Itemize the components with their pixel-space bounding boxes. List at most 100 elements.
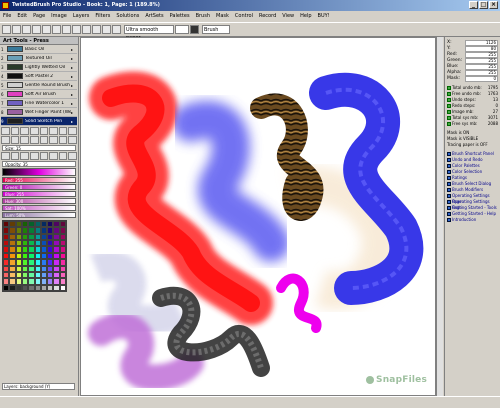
size-slider[interactable]: Size: 15 bbox=[2, 145, 76, 151]
tool-icon[interactable] bbox=[29, 127, 39, 135]
new-page-icon[interactable] bbox=[2, 25, 11, 34]
mask-icon[interactable] bbox=[82, 25, 91, 34]
tool-icon[interactable] bbox=[1, 152, 10, 160]
tool-icon[interactable] bbox=[58, 152, 68, 160]
magenta-stroke bbox=[276, 273, 322, 333]
brush-swatch bbox=[7, 73, 23, 79]
color-slider[interactable]: Blue: 255 bbox=[2, 191, 76, 197]
brush-row[interactable]: 3 Lightly Wetted Oil ▸ bbox=[1, 63, 77, 72]
painting-canvas[interactable]: SnapFiles bbox=[80, 37, 436, 396]
menu-brush[interactable]: Brush bbox=[196, 13, 210, 19]
arrow-right-icon[interactable]: ▸ bbox=[71, 110, 77, 115]
menu-artsets[interactable]: ArtSets bbox=[145, 13, 163, 19]
redo-icon[interactable] bbox=[22, 25, 31, 34]
arrow-right-icon[interactable]: ▸ bbox=[71, 101, 77, 106]
tool-icon[interactable] bbox=[20, 127, 29, 135]
tool-icon[interactable] bbox=[10, 127, 20, 135]
paste-icon[interactable] bbox=[42, 25, 51, 34]
close-button[interactable]: × bbox=[489, 1, 498, 9]
layer-icon[interactable] bbox=[92, 25, 101, 34]
brush-row[interactable]: 1 Basic Oil ▸ bbox=[1, 45, 77, 54]
brush-label: Soft Pastel 2 bbox=[25, 73, 53, 79]
brush-row[interactable]: 8 Wet Finger Paint (Wet) ▸ bbox=[1, 108, 77, 117]
tool-icon[interactable] bbox=[68, 127, 77, 135]
tool-icon[interactable] bbox=[39, 127, 49, 135]
menu-page[interactable]: Page bbox=[33, 13, 45, 19]
zoom-icon[interactable] bbox=[52, 25, 61, 34]
menu-record[interactable]: Record bbox=[259, 13, 276, 19]
help-page-icon bbox=[447, 164, 451, 168]
paper-preview[interactable] bbox=[175, 25, 189, 34]
tool-icon[interactable] bbox=[68, 152, 77, 160]
color-slider[interactable]: Lum: 50% bbox=[2, 212, 76, 218]
arrow-right-icon[interactable]: ▸ bbox=[71, 47, 77, 52]
brush-row[interactable]: 5 Gentle Round Brush ▸ bbox=[1, 81, 77, 90]
palette-swatch[interactable] bbox=[59, 284, 66, 291]
arrow-right-icon[interactable]: ▸ bbox=[71, 119, 77, 124]
tool-icon[interactable] bbox=[1, 136, 10, 144]
tool-icon[interactable] bbox=[49, 136, 58, 144]
arrow-right-icon[interactable]: ▸ bbox=[71, 65, 77, 70]
paper-select[interactable]: Ultra smooth paper bbox=[124, 25, 174, 41]
menu-filters[interactable]: Filters bbox=[95, 13, 110, 19]
brush-row[interactable]: 7 Fine Watercolor 1 ▸ bbox=[1, 99, 77, 108]
brush-row[interactable]: 2 Textured Oil ▸ bbox=[1, 54, 77, 63]
menu-buy[interactable]: BUY! bbox=[318, 13, 330, 19]
menu-palettes[interactable]: Palettes bbox=[170, 13, 190, 19]
brush-field[interactable]: Brush bbox=[202, 25, 230, 34]
tool-icon[interactable] bbox=[29, 152, 39, 160]
brush-row[interactable]: 9 Solid Sketch Pen ▸ bbox=[1, 117, 77, 126]
brush-row[interactable]: 4 Soft Pastel 2 ▸ bbox=[1, 72, 77, 81]
brush-preview-icon[interactable] bbox=[190, 25, 199, 34]
tool-icon[interactable] bbox=[1, 127, 10, 135]
arrow-right-icon[interactable]: ▸ bbox=[71, 92, 77, 97]
info-panel: X: 1126 Y: 80 Red: 255 Green: 255 Blue: 255 Alpha:… bbox=[444, 37, 500, 396]
tool-icon[interactable] bbox=[10, 136, 20, 144]
page-forward-icon[interactable] bbox=[72, 25, 81, 34]
maximize-button[interactable]: □ bbox=[479, 1, 488, 9]
brush-row[interactable]: 6 Soft Air Brush ▸ bbox=[1, 90, 77, 99]
menu-solutions[interactable]: Solutions bbox=[116, 13, 139, 19]
tool-icon[interactable] bbox=[10, 152, 20, 160]
menu-mask[interactable]: Mask bbox=[216, 13, 229, 19]
vertical-scrollbar[interactable] bbox=[436, 37, 443, 396]
menu-image[interactable]: Image bbox=[51, 13, 67, 19]
artwork-svg bbox=[88, 71, 424, 391]
play-icon[interactable] bbox=[112, 25, 121, 34]
help-page-icon bbox=[447, 206, 451, 210]
tool-icon[interactable] bbox=[29, 136, 39, 144]
tool-icon[interactable] bbox=[68, 136, 77, 144]
color-slider[interactable]: Red: 255 bbox=[2, 177, 76, 183]
tool-icon[interactable] bbox=[39, 152, 49, 160]
arrow-right-icon[interactable]: ▸ bbox=[71, 74, 77, 79]
menu-edit[interactable]: Edit bbox=[17, 13, 27, 19]
menu-help[interactable]: Help bbox=[300, 13, 311, 19]
color-palette-grid[interactable] bbox=[2, 220, 67, 292]
help-link[interactable]: Introduction bbox=[445, 217, 500, 223]
menu-file[interactable]: File bbox=[3, 13, 11, 19]
brush-label: Solid Sketch Pen bbox=[25, 118, 63, 124]
tool-icon[interactable] bbox=[20, 152, 29, 160]
tool-icon[interactable] bbox=[58, 127, 68, 135]
tool-icon[interactable] bbox=[49, 127, 58, 135]
arrow-right-icon[interactable]: ▸ bbox=[71, 83, 77, 88]
color-slider[interactable]: Hue: 300 bbox=[2, 198, 76, 204]
color-slider[interactable]: Green: 0 bbox=[2, 184, 76, 190]
arrow-right-icon[interactable]: ▸ bbox=[71, 56, 77, 61]
minimize-button[interactable]: _ bbox=[469, 1, 478, 9]
opacity-slider[interactable]: Opacity: 35 bbox=[2, 161, 76, 167]
menu-view[interactable]: View bbox=[282, 13, 294, 19]
color-slider[interactable]: Sat: 100% bbox=[2, 205, 76, 211]
tool-icon[interactable] bbox=[58, 136, 68, 144]
tool-icon[interactable] bbox=[49, 152, 58, 160]
menu-control[interactable]: Control bbox=[235, 13, 253, 19]
copy-icon[interactable] bbox=[32, 25, 41, 34]
page-back-icon[interactable] bbox=[62, 25, 71, 34]
tool-icon[interactable] bbox=[39, 136, 49, 144]
color-gradient-swatch[interactable] bbox=[2, 168, 76, 176]
menu-layers[interactable]: Layers bbox=[73, 13, 90, 19]
layer-select[interactable]: Layers: background (Y) bbox=[2, 383, 75, 390]
record-icon[interactable] bbox=[102, 25, 111, 34]
tool-icon[interactable] bbox=[20, 136, 29, 144]
undo-icon[interactable] bbox=[12, 25, 21, 34]
